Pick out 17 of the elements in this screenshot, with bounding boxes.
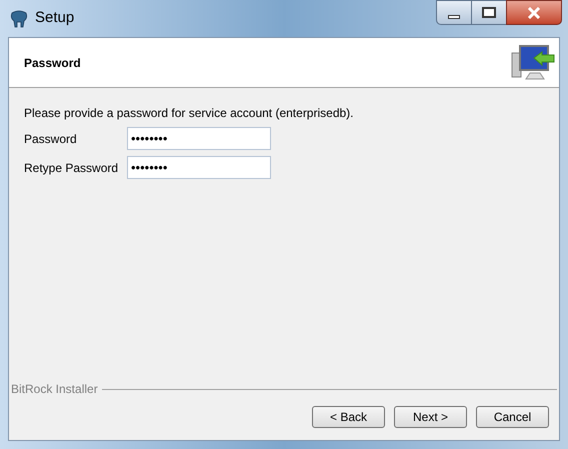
page-title: Password bbox=[24, 54, 81, 72]
computer-icon bbox=[510, 42, 556, 82]
close-icon bbox=[527, 6, 541, 18]
field-label: Retype Password bbox=[24, 160, 120, 176]
password-field[interactable]: •••••••• bbox=[127, 127, 271, 150]
intro-text: Please provide a password for service account (enterprisedb). bbox=[24, 105, 354, 122]
maximize-button[interactable] bbox=[472, 0, 506, 25]
dialog-button[interactable]: Cancel bbox=[476, 406, 549, 428]
dialog-button[interactable]: Next > bbox=[394, 406, 467, 428]
password-field[interactable]: •••••••• bbox=[127, 156, 271, 179]
brand-label: BitRock Installer bbox=[11, 381, 98, 398]
minimize-button[interactable] bbox=[436, 0, 472, 25]
field-label: Password bbox=[24, 130, 78, 148]
elephant-icon bbox=[9, 8, 29, 28]
dialog-button[interactable]: < Back bbox=[312, 406, 385, 428]
close-button[interactable] bbox=[506, 0, 562, 25]
window-title: Setup bbox=[35, 8, 74, 28]
